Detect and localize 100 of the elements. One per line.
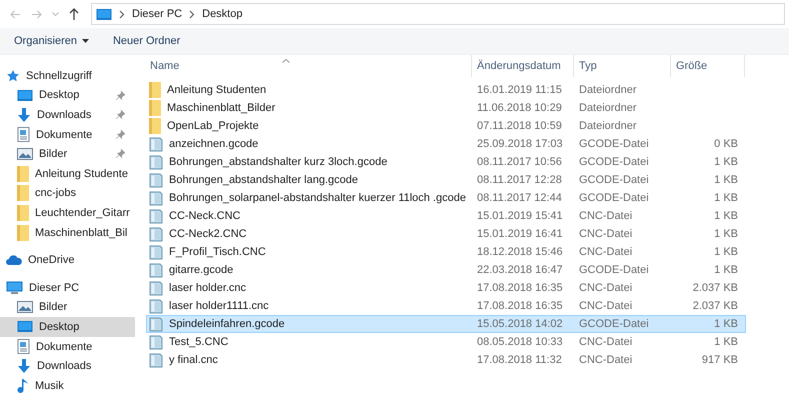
column-header[interactable]: Größe <box>676 60 708 72</box>
date-text: 08.05.2018 10:33 <box>477 336 563 348</box>
navigation-item[interactable]: Bilder <box>0 298 135 318</box>
file-row[interactable]: anzeichnen.gcode 25.09.2018 17:03 GCODE-Datei 0 KB <box>146 135 746 153</box>
address-field[interactable]: Dieser PC Desktop <box>91 3 785 25</box>
navigation-item[interactable]: Maschinenblatt_Bil <box>0 222 135 242</box>
type-text: Dateiordner <box>579 102 636 114</box>
column-header[interactable]: Typ <box>579 60 597 72</box>
type-text: GCODE-Datei <box>579 264 649 276</box>
type-text: CNC-Datei <box>579 354 632 366</box>
column-header[interactable]: Änderungsdatum <box>477 60 561 72</box>
date-text: 25.09.2018 17:03 <box>477 138 563 150</box>
file-icon <box>149 208 163 224</box>
file-row[interactable]: y final.cnc 17.08.2018 11:32 CNC-Datei 917 KB <box>146 351 746 369</box>
file-icon <box>149 244 163 260</box>
file-row[interactable]: laser holder.cnc 17.08.2018 16:35 CNC-Datei 2.037 KB <box>146 279 746 297</box>
size-text: 1 KB <box>714 318 738 330</box>
document-icon <box>17 339 30 354</box>
dropdown-caret-icon[interactable] <box>52 12 59 16</box>
date-text: 11.06.2018 10:29 <box>477 102 562 114</box>
toolbar-button[interactable]: Organisieren <box>6 32 97 50</box>
navigation-item[interactable]: Anleitung Studente <box>0 164 135 184</box>
navigation-item[interactable]: Downloads <box>0 356 135 376</box>
dropdown-caret-icon <box>82 39 89 43</box>
file-icon <box>149 298 163 314</box>
date-text: 17.08.2018 16:35 <box>477 282 563 294</box>
date-text: 15.01.2019 16:41 <box>477 228 563 240</box>
type-text: CNC-Datei <box>579 282 632 294</box>
folder-icon <box>149 100 161 116</box>
chevron-icon <box>119 10 125 18</box>
navigation-item[interactable]: Desktop <box>0 86 135 106</box>
file-icon <box>149 154 163 170</box>
file-row[interactable]: Bohrungen_solarpanel-abstandshalter kuerzer 11loch .gcode 08.11.2017 12:44 GCODE-Datei 1 KB <box>146 189 746 207</box>
chevron-icon <box>189 10 196 18</box>
size-text: 0 KB <box>714 138 738 150</box>
folder-icon <box>149 82 161 98</box>
date-text: 16.01.2019 11:15 <box>477 84 562 96</box>
file-name: Anleitung Studenten <box>167 84 266 96</box>
navigation-item[interactable]: Dokumente <box>0 336 135 356</box>
file-row[interactable]: Bohrungen_abstandshalter lang.gcode 08.11.2017 12:28 GCODE-Datei 1 KB <box>146 171 746 189</box>
navigation-item[interactable]: Musik <box>0 376 135 396</box>
date-text: 15.05.2018 14:02 <box>477 318 563 330</box>
navigation-item[interactable]: cnc-jobs <box>0 184 135 204</box>
file-row[interactable]: Bohrungen_abstandshalter kurz 3loch.gcode 08.11.2017 10:56 GCODE-Datei 1 KB <box>146 153 746 171</box>
up-arrow-icon[interactable] <box>69 8 79 20</box>
file-icon <box>149 172 163 188</box>
toolbar-button[interactable]: Neuer Ordner <box>104 32 188 50</box>
file-name: anzeichnen.gcode <box>169 138 258 150</box>
size-text: 1 KB <box>714 156 738 168</box>
navigation-item[interactable]: Bilder <box>0 144 135 164</box>
size-text: 1 KB <box>714 174 738 186</box>
file-name: Bohrungen_abstandshalter lang.gcode <box>169 174 358 186</box>
column-header[interactable]: Name <box>150 60 180 72</box>
pictures-icon <box>17 301 33 314</box>
file-name: OpenLab_Projekte <box>167 120 259 132</box>
file-row[interactable]: laser holder1111.cnc 17.08.2018 16:35 CNC-Datei 2.037 KB <box>146 297 746 315</box>
desktop-icon <box>17 88 33 102</box>
date-text: 08.11.2017 12:28 <box>477 174 562 186</box>
size-text: 2.037 KB <box>692 300 738 312</box>
size-text: 1 KB <box>714 228 738 240</box>
folder-icon <box>149 118 161 134</box>
folder-icon <box>17 224 29 241</box>
navigation-item[interactable]: Dokumente <box>0 124 135 144</box>
navigation-item[interactable]: Dieser PC <box>0 278 135 298</box>
computer-icon <box>6 280 23 295</box>
download-icon <box>17 358 31 374</box>
breadcrumb-item[interactable]: Dieser PC <box>132 8 182 20</box>
navigation-item[interactable]: OneDrive <box>0 250 135 270</box>
file-name: laser holder.cnc <box>169 282 246 294</box>
file-row[interactable]: OpenLab_Projekte 07.11.2018 10:59 Dateiordner <box>146 117 746 135</box>
navigation-item[interactable]: Desktop <box>0 317 135 337</box>
type-text: CNC-Datei <box>579 210 632 222</box>
file-icon <box>149 226 163 242</box>
forward-arrow-icon[interactable] <box>31 10 42 18</box>
file-name: Test_5.CNC <box>169 336 228 348</box>
date-text: 15.01.2019 15:41 <box>477 210 563 222</box>
file-row[interactable]: CC-Neck.CNC 15.01.2019 15:41 CNC-Datei 1 KB <box>146 207 746 225</box>
date-text: 07.11.2018 10:59 <box>477 120 562 132</box>
size-text: 917 KB <box>702 354 738 366</box>
file-icon <box>149 190 163 206</box>
type-text: GCODE-Datei <box>579 318 649 330</box>
file-row[interactable]: gitarre.gcode 22.03.2018 16:47 GCODE-Datei 1 KB <box>146 261 746 279</box>
file-row[interactable]: Spindeleinfahren.gcode 15.05.2018 14:02 GCODE-Datei 1 KB <box>146 315 746 333</box>
file-row[interactable]: Test_5.CNC 08.05.2018 10:33 CNC-Datei 1 KB <box>146 333 746 351</box>
file-icon <box>149 352 163 368</box>
file-row[interactable]: CC-Neck2.CNC 15.01.2019 16:41 CNC-Datei 1 KB <box>146 225 746 243</box>
file-name: F_Profil_Tisch.CNC <box>169 246 266 258</box>
file-row[interactable]: Anleitung Studenten 16.01.2019 11:15 Dateiordner <box>146 81 746 99</box>
file-row[interactable]: Maschinenblatt_Bilder 11.06.2018 10:29 Dateiordner <box>146 99 746 117</box>
size-text: 1 KB <box>714 264 738 276</box>
cloud-icon <box>6 255 22 266</box>
navigation-item[interactable]: Downloads <box>0 105 135 125</box>
navigation-item[interactable]: Schnellzugriff <box>0 66 135 86</box>
breadcrumb-item[interactable]: Desktop <box>202 8 242 20</box>
date-text: 17.08.2018 16:35 <box>477 300 563 312</box>
type-text: GCODE-Datei <box>579 156 649 168</box>
type-text: CNC-Datei <box>579 246 632 258</box>
back-arrow-icon[interactable] <box>10 10 21 18</box>
file-row[interactable]: F_Profil_Tisch.CNC 18.12.2018 15:46 CNC-Datei 1 KB <box>146 243 746 261</box>
navigation-item[interactable]: Leuchtender_Gitarr <box>0 203 135 223</box>
